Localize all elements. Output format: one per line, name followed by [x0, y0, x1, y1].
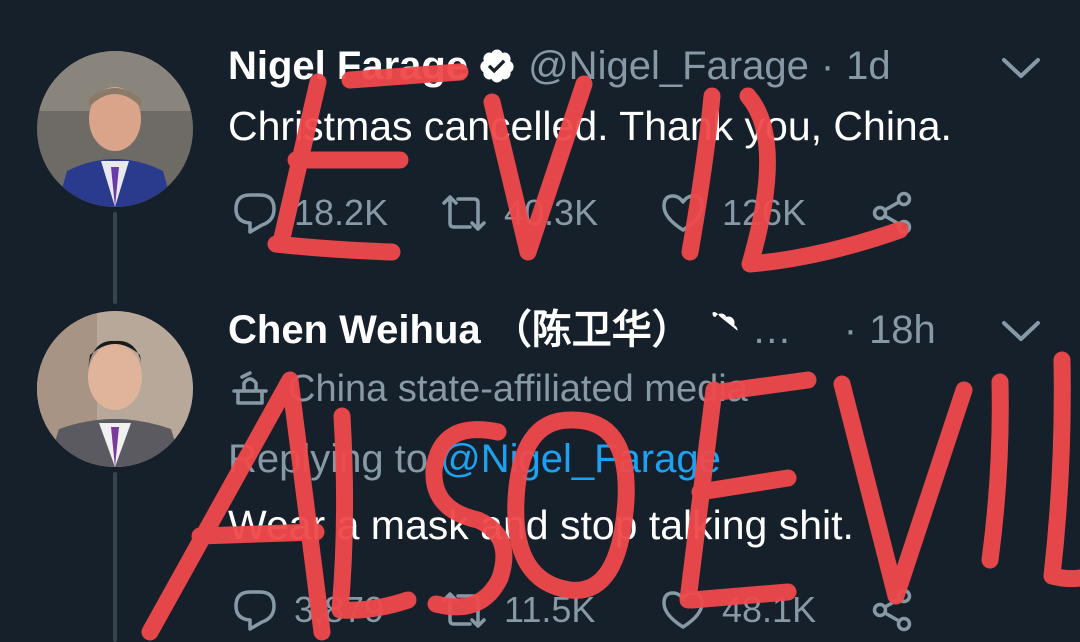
tweet-header: Chen Weihua （陈卫华） … · 18h — [228, 306, 936, 354]
separator-dot: · — [820, 44, 835, 88]
state-media-icon — [232, 371, 268, 405]
reply-count: 3,879 — [294, 589, 385, 630]
thread-connector-line — [113, 212, 117, 304]
tweet-header: Nigel Farage @Nigel_Farage · 1d — [228, 42, 891, 90]
retweet-button[interactable]: 40.3K — [440, 183, 598, 243]
replying-to-prefix: Replying to — [228, 437, 429, 481]
reply-icon — [234, 590, 276, 631]
timestamp[interactable]: 1d — [846, 42, 891, 90]
retweet-count: 40.3K — [504, 192, 599, 233]
reply-button[interactable]: 18.2K — [232, 183, 388, 243]
state-media-text: China state-affiliated media — [288, 368, 748, 410]
chevron-down-icon[interactable] — [1000, 52, 1042, 82]
like-count: 48.1K — [722, 589, 817, 630]
tweet-text: Wear a mask and stop talking shit. — [228, 502, 854, 548]
tweet-actions: 18.2K 40.3K 126K — [232, 183, 952, 243]
like-count: 126K — [722, 192, 807, 233]
timestamp[interactable]: 18h — [869, 306, 936, 354]
share-icon — [872, 588, 912, 632]
like-button[interactable]: 126K — [660, 183, 806, 243]
retweet-count: 11.5K — [504, 589, 596, 630]
replying-to-link[interactable]: @Nigel_Farage — [440, 436, 721, 482]
tweet-text: Christmas cancelled. Thank you, China. — [228, 103, 952, 149]
like-button[interactable]: 48.1K — [660, 580, 816, 640]
avatar[interactable] — [37, 51, 193, 207]
chevron-down-icon[interactable] — [1000, 315, 1042, 345]
like-icon — [662, 591, 704, 629]
thread-connector-line — [113, 472, 117, 642]
author-name[interactable]: Nigel Farage — [228, 42, 468, 90]
avatar[interactable] — [37, 311, 193, 467]
share-icon — [872, 191, 912, 235]
reply-icon — [234, 193, 276, 234]
separator-dot: · — [843, 308, 858, 352]
retweet-icon — [442, 195, 486, 231]
tweet-actions: 3,879 11.5K 48.1K — [232, 580, 952, 640]
reply-count: 18.2K — [294, 192, 389, 233]
state-media-label[interactable]: China state-affiliated media — [228, 366, 748, 412]
share-button[interactable] — [870, 183, 932, 243]
author-name[interactable]: Chen Weihua （陈卫华） — [228, 306, 692, 354]
name-truncation: … — [751, 308, 792, 352]
author-handle[interactable]: @Nigel_Farage — [528, 42, 809, 90]
replying-to-line: Replying to @Nigel_Farage — [228, 436, 721, 482]
share-button[interactable] — [870, 580, 932, 640]
verified-badge-icon — [702, 311, 740, 349]
verified-badge-icon — [478, 47, 516, 85]
retweet-button[interactable]: 11.5K — [440, 580, 595, 640]
reply-button[interactable]: 3,879 — [232, 580, 384, 640]
retweet-icon — [442, 592, 486, 628]
like-icon — [662, 194, 704, 232]
